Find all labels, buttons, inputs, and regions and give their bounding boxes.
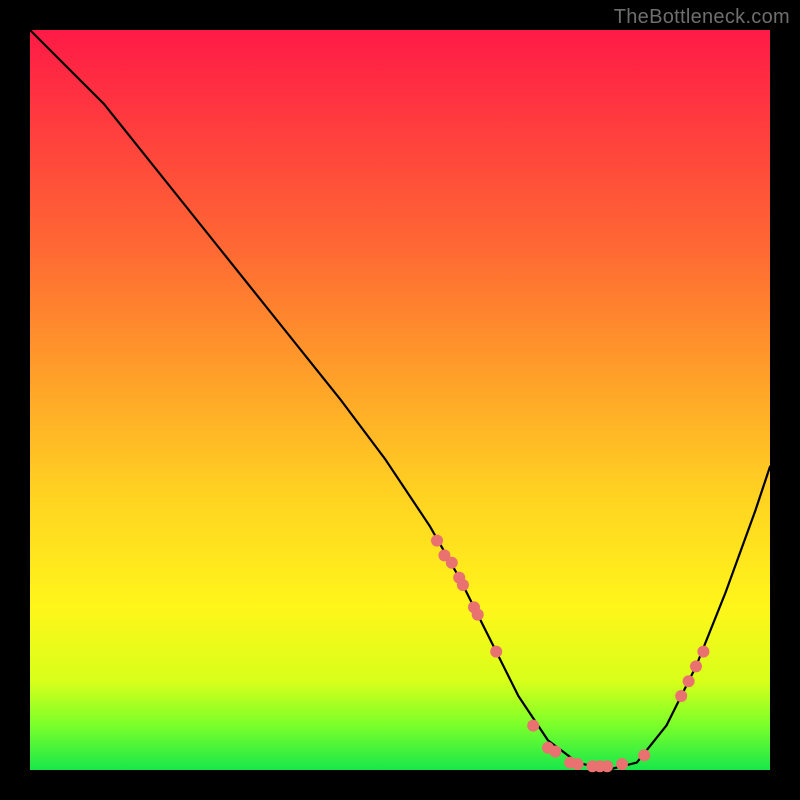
curve-marker: [697, 646, 709, 658]
plot-area: [30, 30, 770, 770]
curve-marker: [431, 535, 443, 547]
curve-marker: [683, 675, 695, 687]
curve-marker: [457, 579, 469, 591]
curve-marker: [572, 758, 584, 770]
curve-marker: [472, 609, 484, 621]
bottleneck-curve: [30, 30, 770, 770]
watermark-text: TheBottleneck.com: [614, 6, 790, 29]
curve-marker: [690, 660, 702, 672]
curve-marker: [601, 760, 613, 772]
curve-marker: [446, 557, 458, 569]
curve-marker: [527, 720, 539, 732]
marker-group: [431, 535, 709, 773]
curve-marker: [638, 749, 650, 761]
curve-marker: [549, 746, 561, 758]
curve-layer: [30, 30, 770, 770]
curve-marker: [675, 690, 687, 702]
curve-marker: [616, 758, 628, 770]
curve-marker: [490, 646, 502, 658]
chart-stage: TheBottleneck.com: [0, 0, 800, 800]
